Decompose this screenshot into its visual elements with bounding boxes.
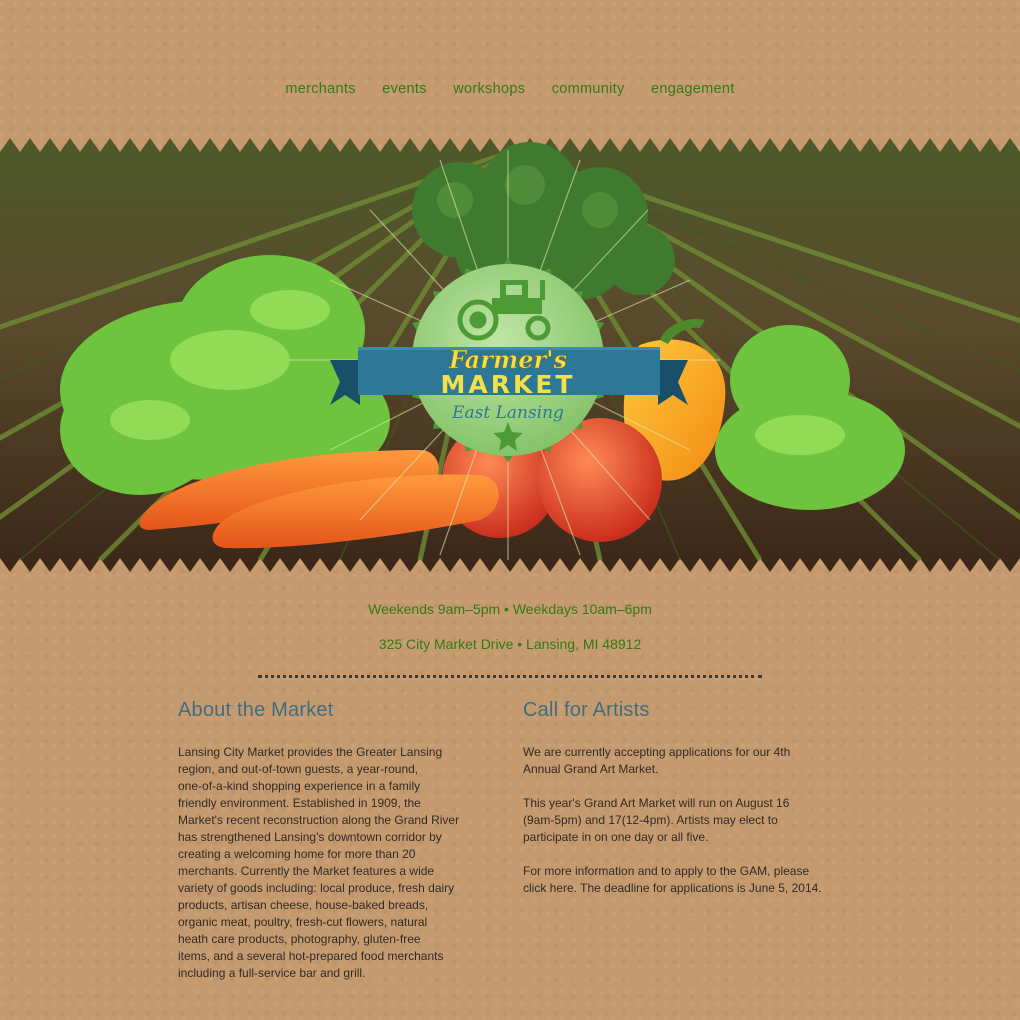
about-section: About the Market Lansing City Market pro… xyxy=(178,699,504,982)
artists-paragraph-1: We are currently accepting applications … xyxy=(523,745,791,776)
dotted-divider xyxy=(258,675,762,678)
nav-workshops[interactable]: workshops xyxy=(453,81,525,97)
nav-merchants[interactable]: merchants xyxy=(285,81,355,97)
artists-section: Call for Artists We are currently accept… xyxy=(523,699,849,897)
about-heading: About the Market xyxy=(178,699,334,721)
nav-events[interactable]: events xyxy=(382,81,427,97)
logo-subtitle: East Lansing xyxy=(451,403,564,423)
logo-title-market: MARKET xyxy=(441,370,576,399)
artists-paragraph-3[interactable]: For more information and to apply to the… xyxy=(523,863,849,897)
about-body: Lansing City Market provides the Greater… xyxy=(178,745,460,980)
market-hours: Weekends 9am–5pm • Weekdays 10am–6pm xyxy=(368,601,652,617)
nav-engagement[interactable]: engagement xyxy=(651,81,735,97)
artists-heading: Call for Artists xyxy=(523,699,650,721)
market-address: 325 City Market Drive • Lansing, MI 4891… xyxy=(378,636,642,652)
main-nav: merchants events workshops community eng… xyxy=(0,80,1020,98)
hero-banner: Farmer's MARKET East Lansing xyxy=(0,130,1020,572)
artists-paragraph-2: This year's Grand Art Market will run on… xyxy=(523,796,790,844)
nav-community[interactable]: community xyxy=(552,81,625,97)
